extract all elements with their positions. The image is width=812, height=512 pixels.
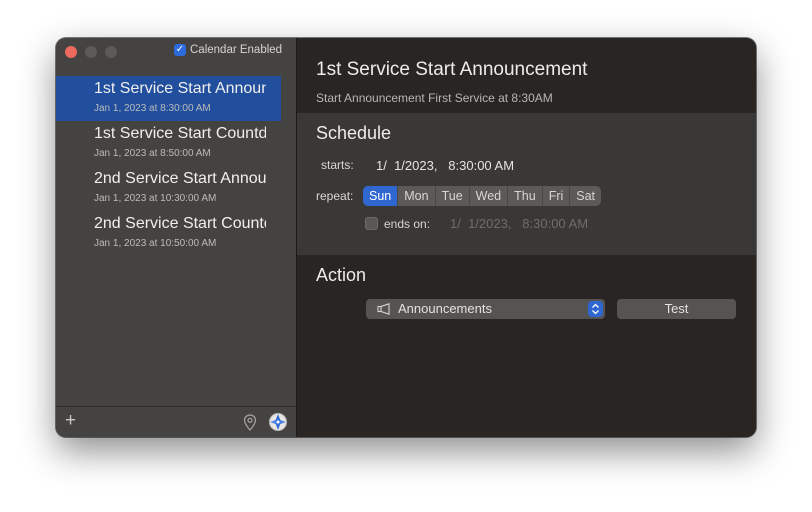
starts-label: starts:: [321, 158, 354, 172]
ends-on-label: ends on:: [384, 217, 431, 231]
calendar-enabled-label: Calendar Enabled: [190, 44, 283, 56]
list-item-date: Jan 1, 2023 at 8:30:00 AM: [94, 103, 211, 114]
chevron-updown-icon: [588, 301, 603, 317]
ends-datetime-picker[interactable]: 1/ 1/2023, 8:30:00 AM: [450, 216, 588, 231]
test-button[interactable]: Test: [617, 299, 736, 319]
day-toggle-sat[interactable]: Sat: [570, 186, 601, 206]
minimize-button[interactable]: [85, 46, 97, 58]
checkmark-icon: ✓: [174, 44, 186, 56]
sidebar-toolbar: +: [56, 406, 296, 437]
list-item[interactable]: 1st Service Start Announcement Jan 1, 20…: [56, 76, 281, 121]
day-toggle-wed[interactable]: Wed: [470, 186, 509, 206]
day-toggle-thu[interactable]: Thu: [508, 186, 543, 206]
close-button[interactable]: [65, 46, 77, 58]
window-controls: [65, 46, 117, 58]
zoom-button[interactable]: [105, 46, 117, 58]
list-item-title: 2nd Service Start Countdown: [94, 215, 266, 232]
app-window: ✓ Calendar Enabled 1st Service Start Ann…: [56, 38, 756, 437]
list-item-title: 1st Service Start Countdown: [94, 125, 266, 142]
list-item[interactable]: 1st Service Start Countdown Jan 1, 2023 …: [56, 121, 281, 166]
list-item-title: 1st Service Start Announcement: [94, 80, 266, 97]
day-toggle-tue[interactable]: Tue: [436, 186, 470, 206]
add-event-button[interactable]: +: [65, 410, 76, 432]
list-item[interactable]: 2nd Service Start Countdown Jan 1, 2023 …: [56, 211, 281, 256]
schedule-heading: Schedule: [316, 123, 392, 143]
calendar-enabled-checkbox[interactable]: ✓ Calendar Enabled: [174, 44, 282, 56]
location-pin-icon[interactable]: [243, 414, 257, 431]
starts-datetime-picker[interactable]: 1/ 1/2023, 8:30:00 AM: [376, 158, 514, 173]
megaphone-icon: [377, 303, 390, 315]
compass-icon[interactable]: [268, 412, 288, 432]
event-title: 1st Service Start Announcement: [316, 59, 588, 80]
list-item-date: Jan 1, 2023 at 10:50:00 AM: [94, 238, 217, 249]
repeat-days-selector: Sun Mon Tue Wed Thu Fri Sat: [363, 186, 602, 206]
event-list: 1st Service Start Announcement Jan 1, 20…: [56, 76, 296, 256]
event-subtitle: Start Announcement First Service at 8:30…: [316, 91, 553, 105]
action-select[interactable]: Announcements: [366, 299, 605, 319]
list-item-date: Jan 1, 2023 at 8:50:00 AM: [94, 148, 211, 159]
list-item[interactable]: 2nd Service Start Announcement Jan 1, 20…: [56, 166, 281, 211]
day-toggle-fri[interactable]: Fri: [543, 186, 571, 206]
repeat-label: repeat:: [316, 189, 354, 203]
list-item-date: Jan 1, 2023 at 10:30:00 AM: [94, 193, 217, 204]
schedule-section: Schedule starts: 1/ 1/2023, 8:30:00 AM r…: [297, 113, 756, 255]
day-toggle-mon[interactable]: Mon: [398, 186, 436, 206]
ends-on-checkbox[interactable]: [365, 217, 378, 230]
day-toggle-sun[interactable]: Sun: [363, 186, 399, 206]
list-item-title: 2nd Service Start Announcement: [94, 170, 266, 187]
detail-pane: 1st Service Start Announcement Start Ann…: [297, 38, 756, 437]
action-heading: Action: [316, 265, 367, 285]
sidebar: ✓ Calendar Enabled 1st Service Start Ann…: [56, 38, 297, 437]
action-select-value: Announcements: [398, 301, 492, 316]
